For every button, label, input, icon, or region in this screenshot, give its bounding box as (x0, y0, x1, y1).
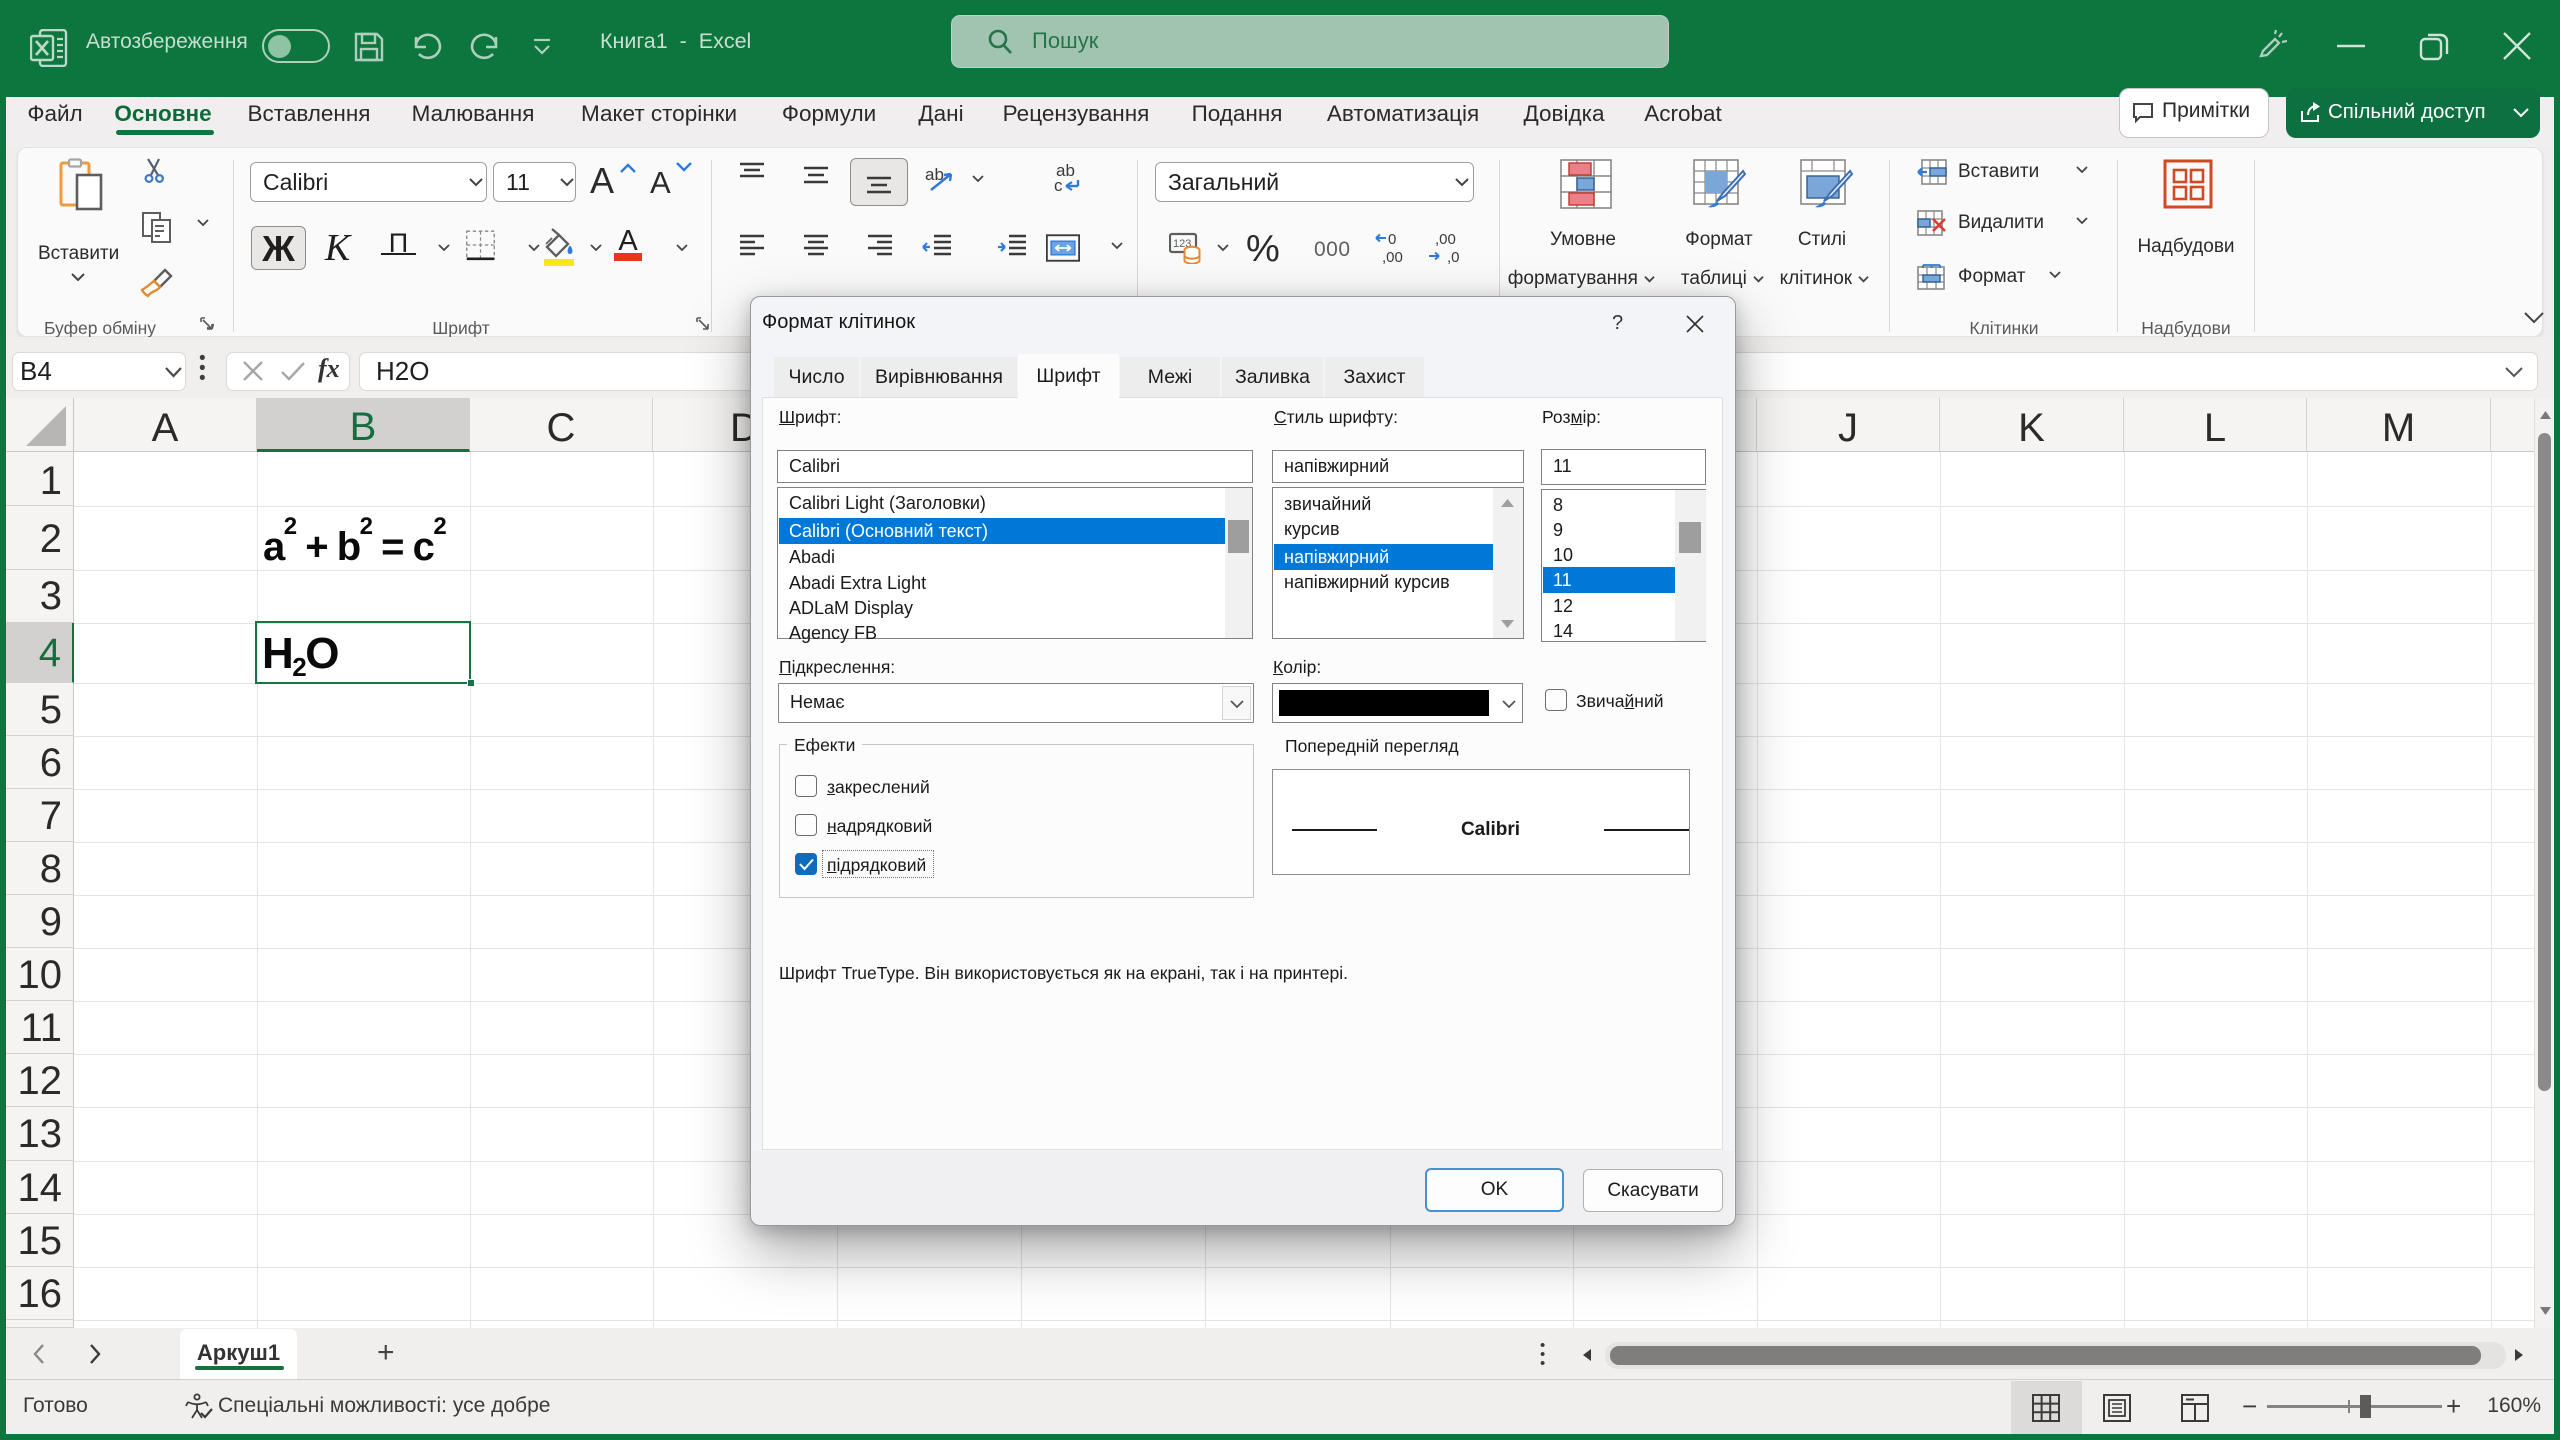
svg-text:0: 0 (1388, 231, 1396, 248)
svg-text:,0: ,0 (1447, 249, 1460, 266)
svg-text:c: c (1054, 176, 1063, 195)
svg-text:,00: ,00 (1382, 249, 1403, 266)
svg-text:,00: ,00 (1435, 231, 1456, 248)
